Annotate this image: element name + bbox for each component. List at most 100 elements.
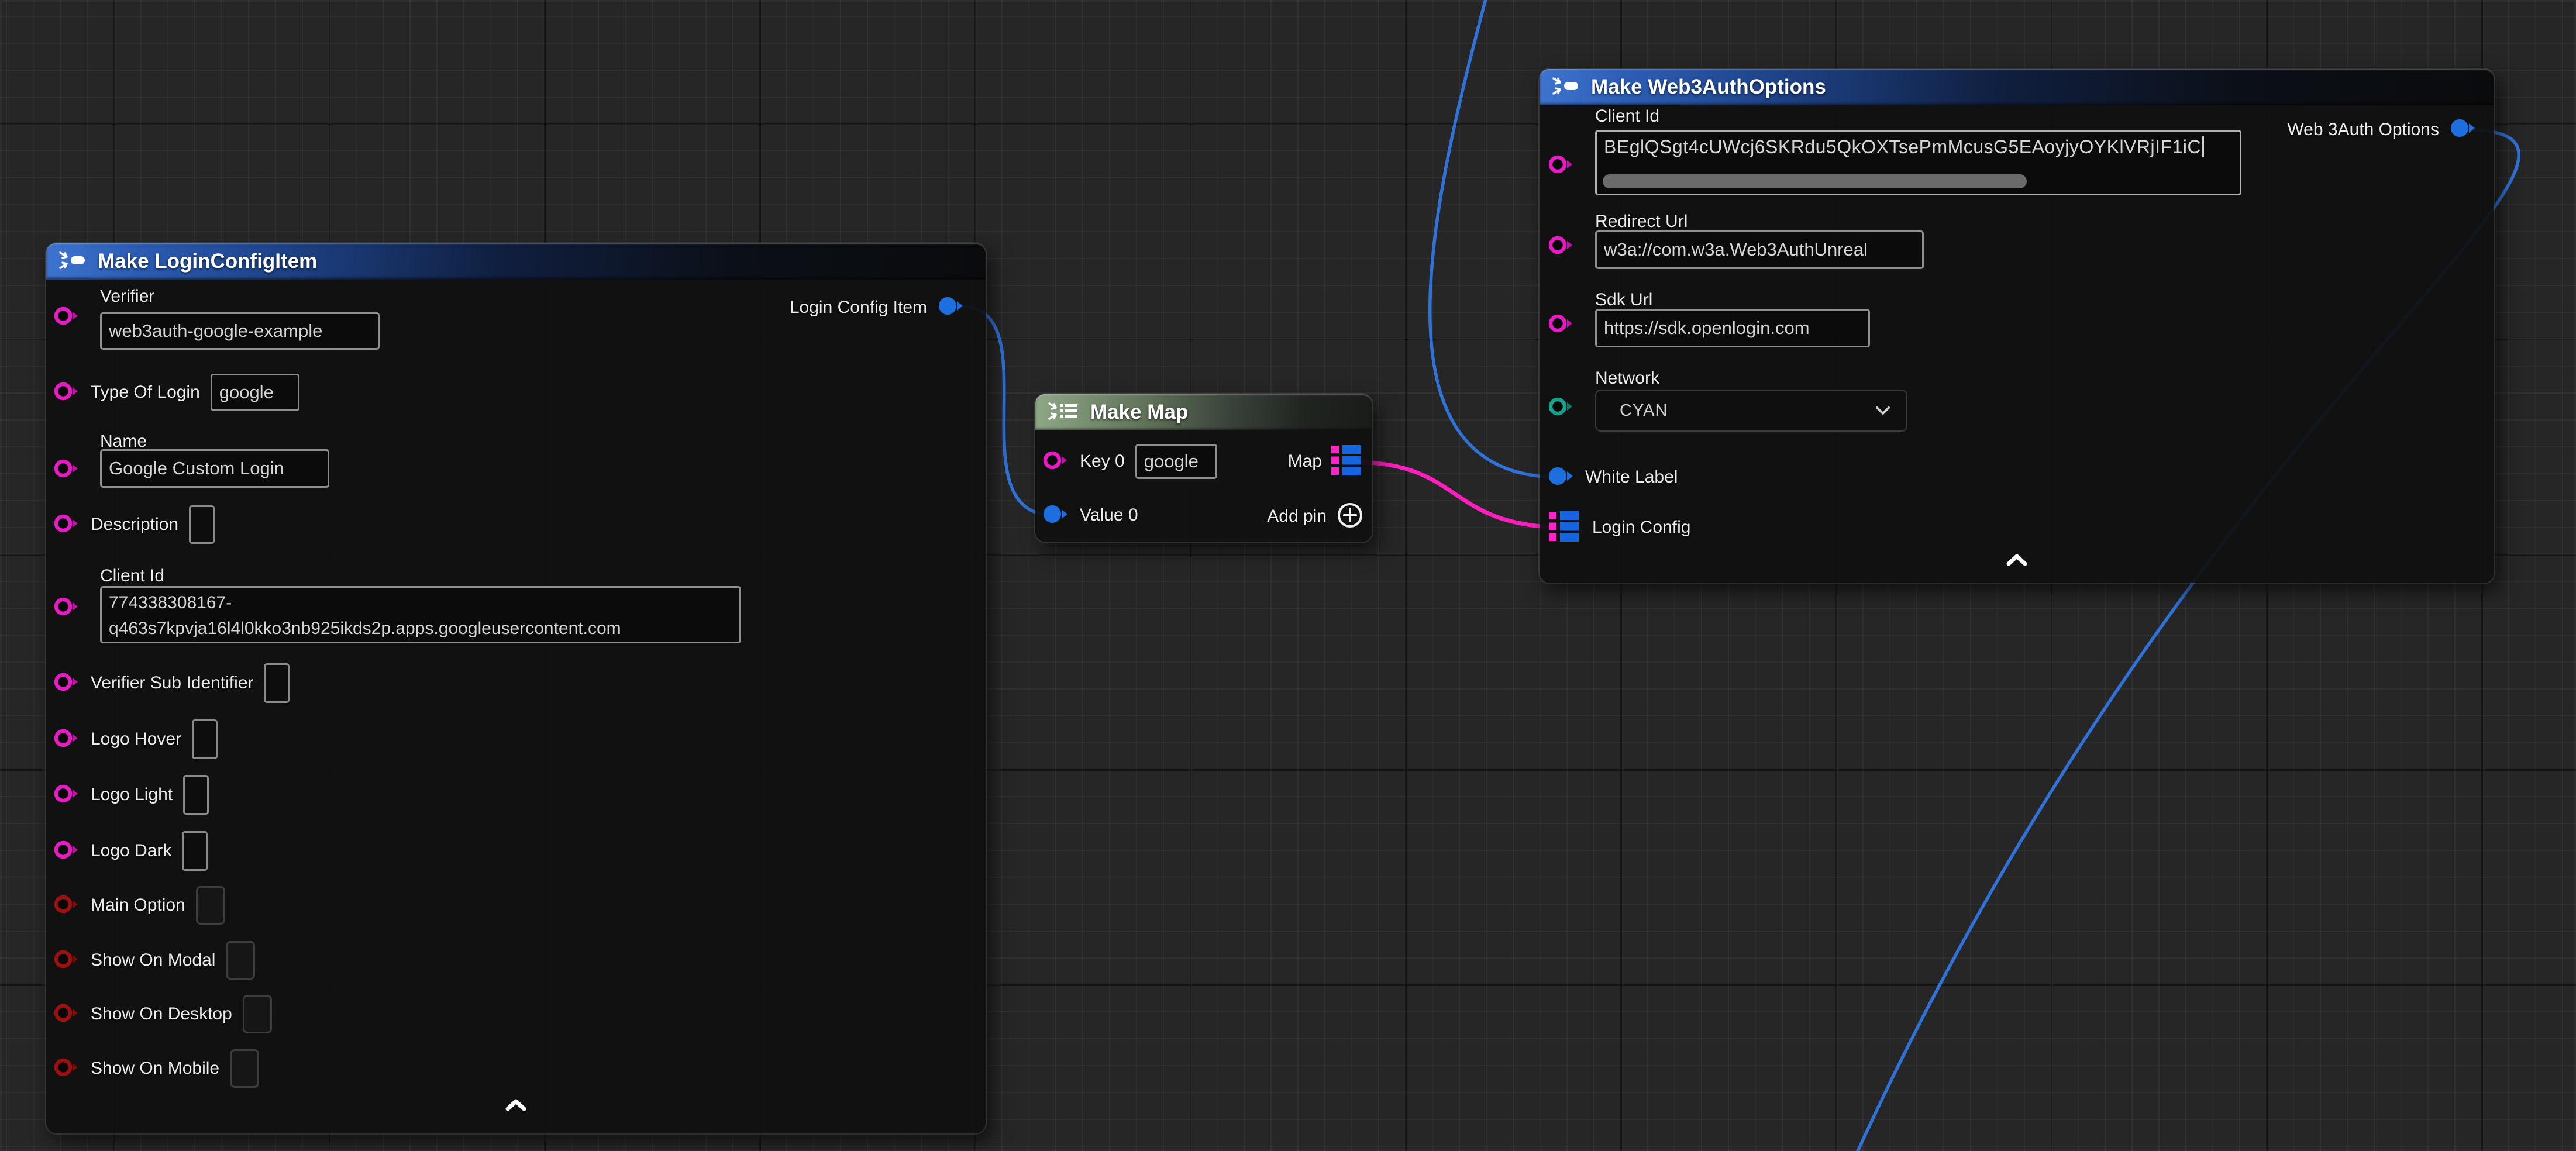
row-key0: Key 0 google xyxy=(1042,441,1217,482)
output-row-map: Map xyxy=(1288,443,1364,480)
pin-label-main-option: Main Option xyxy=(91,895,185,915)
pin-label-show-on-desktop: Show On Desktop xyxy=(91,1004,232,1024)
input-pin-main-option[interactable] xyxy=(53,893,80,918)
logo-dark-input[interactable] xyxy=(182,831,208,871)
pin-label-client-id: Client Id xyxy=(1595,106,1659,126)
input-pin-verifier-sub-identifier[interactable] xyxy=(53,671,80,696)
pin-label-sdk-url: Sdk Url xyxy=(1595,290,1652,310)
input-pin-key0[interactable] xyxy=(1042,449,1069,474)
verifier-sub-identifier-input[interactable] xyxy=(264,663,290,703)
add-pin-plus-icon[interactable] xyxy=(1336,501,1364,532)
input-pin-value0[interactable] xyxy=(1042,503,1069,528)
row-show-on-desktop: Show On Desktop xyxy=(53,995,272,1033)
node-header-make-map[interactable]: Make Map xyxy=(1035,394,1372,430)
key0-input[interactable]: google xyxy=(1135,444,1217,479)
output-pin-label: Web 3Auth Options xyxy=(2287,120,2439,140)
redirect-url-input[interactable]: w3a://com.w3a.Web3AuthUnreal xyxy=(1595,230,1924,269)
row-logo-hover: Logo Hover xyxy=(53,719,218,759)
output-row-web3auth-options: Web 3Auth Options xyxy=(2287,117,2477,142)
blueprint-graph-canvas[interactable]: Make LoginConfigItem Login Config Item V… xyxy=(0,0,2576,1151)
make-map-icon xyxy=(1047,401,1081,425)
wire-map-to-loginconfig[interactable] xyxy=(1352,462,1568,528)
node-header-make-web3authoptions[interactable]: Make Web3AuthOptions xyxy=(1540,69,2494,105)
make-struct-icon xyxy=(58,250,88,273)
pin-label-network: Network xyxy=(1595,368,1659,388)
row-white-label: White Label xyxy=(1548,457,1678,497)
show-on-desktop-checkbox[interactable] xyxy=(243,995,272,1033)
row-main-option: Main Option xyxy=(53,886,225,925)
add-pin-button[interactable]: Add pin xyxy=(1267,498,1364,535)
output-pin-web3auth-options[interactable] xyxy=(2450,117,2477,142)
node-header-make-loginconfigitem[interactable]: Make LoginConfigItem xyxy=(46,243,986,280)
pin-label-show-on-mobile: Show On Mobile xyxy=(91,1059,219,1078)
textbox-horizontal-scrollbar[interactable] xyxy=(1603,174,2027,188)
pin-label-value0: Value 0 xyxy=(1080,505,1138,525)
output-pin-label-map: Map xyxy=(1288,452,1322,471)
input-pin-network[interactable] xyxy=(1548,395,1575,421)
node-title: Make Web3AuthOptions xyxy=(1591,75,1826,99)
pin-label-verifier: Verifier xyxy=(100,287,154,306)
input-pin-name[interactable] xyxy=(53,457,80,483)
type-of-login-input[interactable]: google xyxy=(211,374,299,411)
pin-label-redirect-url: Redirect Url xyxy=(1595,212,1688,232)
logo-light-input[interactable] xyxy=(183,775,209,815)
pin-label-description: Description xyxy=(91,515,178,535)
input-pin-sdk-url[interactable] xyxy=(1548,312,1575,337)
input-pin-logo-light[interactable] xyxy=(53,783,80,808)
output-row-login-config-item: Login Config Item xyxy=(790,295,965,320)
logo-hover-input[interactable] xyxy=(192,719,218,759)
input-pin-type-of-login[interactable] xyxy=(53,380,80,405)
text-cursor xyxy=(2202,136,2204,157)
add-pin-label: Add pin xyxy=(1267,506,1327,526)
output-pin-login-config-item[interactable] xyxy=(938,295,965,320)
pin-label-type-of-login: Type Of Login xyxy=(91,382,200,402)
input-pin-redirect-url[interactable] xyxy=(1548,234,1575,259)
collapse-chevron-icon[interactable] xyxy=(2005,553,2029,569)
input-pin-client-id[interactable] xyxy=(1548,153,1575,178)
input-pin-show-on-mobile[interactable] xyxy=(53,1056,80,1081)
name-input[interactable]: Google Custom Login xyxy=(100,449,329,488)
input-pin-show-on-desktop[interactable] xyxy=(53,1002,80,1027)
verifier-input[interactable]: web3auth-google-example xyxy=(100,312,380,350)
row-description: Description xyxy=(53,505,215,544)
row-logo-light: Logo Light xyxy=(53,775,209,815)
input-pin-description[interactable] xyxy=(53,512,80,537)
collapse-chevron-icon[interactable] xyxy=(504,1098,528,1114)
input-pin-show-on-modal[interactable] xyxy=(53,948,80,973)
pin-label-client-id: Client Id xyxy=(100,566,164,586)
show-on-modal-checkbox[interactable] xyxy=(226,941,255,980)
row-verifier-sub-identifier: Verifier Sub Identifier xyxy=(53,663,290,703)
chevron-down-icon xyxy=(1875,401,1891,421)
node-make-web3authoptions[interactable]: Make Web3AuthOptions Web 3Auth Options C… xyxy=(1540,69,2494,583)
pin-label-login-config: Login Config xyxy=(1592,518,1690,537)
pin-label-logo-hover: Logo Hover xyxy=(91,729,181,749)
network-dropdown[interactable]: CYAN xyxy=(1595,390,1907,432)
client-id-input[interactable]: BEglQSgt4cUWcj6SKRdu5QkOXTsePmMcusG5EAoy… xyxy=(1595,130,2241,195)
sdk-url-input[interactable]: https://sdk.openlogin.com xyxy=(1595,309,1870,347)
pin-label-logo-dark: Logo Dark xyxy=(91,841,171,861)
description-input[interactable] xyxy=(189,505,215,544)
row-value0: Value 0 xyxy=(1042,495,1138,536)
row-login-config: Login Config xyxy=(1548,506,1690,549)
row-show-on-modal: Show On Modal xyxy=(53,941,255,980)
input-pin-login-config[interactable] xyxy=(1548,511,1582,545)
main-option-checkbox[interactable] xyxy=(196,886,225,925)
input-pin-client-id[interactable] xyxy=(53,595,80,621)
row-logo-dark: Logo Dark xyxy=(53,831,208,871)
pin-label-name: Name xyxy=(100,432,147,452)
pin-label-show-on-modal: Show On Modal xyxy=(91,950,215,970)
show-on-mobile-checkbox[interactable] xyxy=(230,1049,259,1088)
node-make-loginconfigitem[interactable]: Make LoginConfigItem Login Config Item V… xyxy=(46,243,986,1133)
row-show-on-mobile: Show On Mobile xyxy=(53,1049,259,1088)
node-make-map[interactable]: Make Map Key 0 google Map xyxy=(1035,394,1372,542)
output-pin-label: Login Config Item xyxy=(790,298,927,318)
input-pin-verifier[interactable] xyxy=(53,305,80,330)
pin-label-verifier-sub-identifier: Verifier Sub Identifier xyxy=(91,673,253,693)
input-pin-logo-dark[interactable] xyxy=(53,839,80,864)
node-title: Make LoginConfigItem xyxy=(98,250,317,273)
client-id-input[interactable]: 774338308167- q463s7kpvja16l4l0kko3nb925… xyxy=(100,586,741,643)
input-pin-white-label[interactable] xyxy=(1548,465,1575,490)
pin-label-white-label: White Label xyxy=(1585,467,1678,487)
input-pin-logo-hover[interactable] xyxy=(53,727,80,752)
output-pin-map[interactable] xyxy=(1330,445,1364,478)
